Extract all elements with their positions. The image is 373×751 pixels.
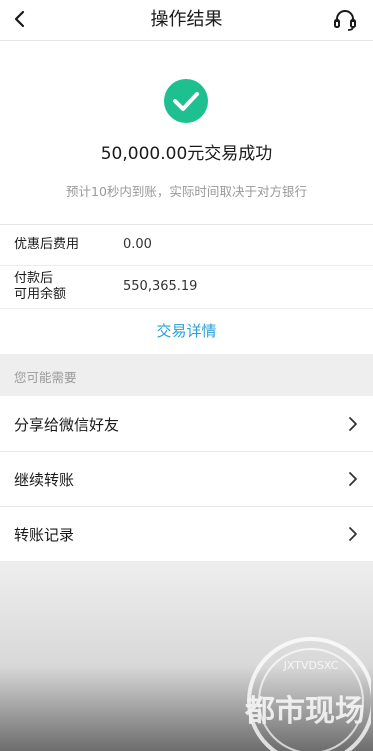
empty-bottom-area: JXTVDSXC 都市现场 [0,562,373,751]
continue-transfer-item[interactable]: 继续转账 [0,452,373,507]
top-bar: 操作结果 [0,0,373,41]
balance-label: 付款后 可用余额 [14,271,66,303]
result-amount-status: 50,000.00元交易成功 [100,144,273,164]
success-check-icon [164,79,208,123]
suggestions-section-header: 您可能需要 [0,354,373,396]
section-title: 您可能需要 [14,370,77,385]
balance-value: 550,365.19 [123,279,198,294]
chevron-right-icon [349,417,357,431]
fee-value: 0.00 [123,237,152,252]
balance-row: 付款后 可用余额 550,365.19 [0,266,373,309]
transaction-detail-row: 交易详情 [0,309,373,353]
transaction-result: 50,000.00元交易成功 预计10秒内到账，实际时间取决于对方银行 [0,41,373,225]
page-title: 操作结果 [150,9,223,30]
arrival-time-note: 预计10秒内到账，实际时间取决于对方银行 [66,184,307,199]
balance-label-line2: 可用余额 [14,287,67,302]
transfer-records-item[interactable]: 转账记录 [0,507,373,562]
chevron-right-icon [349,472,357,486]
menu-item-label: 分享给微信好友 [14,416,120,434]
transaction-detail-link[interactable]: 交易详情 [0,309,373,353]
fee-row: 优惠后费用 0.00 [0,225,373,266]
balance-label-line1: 付款后 [14,271,54,286]
chevron-right-icon [349,527,357,541]
menu-item-label: 继续转账 [14,471,75,489]
share-to-wechat-item[interactable]: 分享给微信好友 [0,397,373,452]
svg-text:都市现场: 都市现场 [244,694,365,729]
customer-service-headset-icon[interactable] [331,6,359,34]
fee-label: 优惠后费用 [14,237,80,252]
watermark-logo: JXTVDSXC 都市现场 [244,637,371,751]
svg-text:JXTVDSXC: JXTVDSXC [283,659,339,672]
menu-item-label: 转账记录 [14,526,75,544]
